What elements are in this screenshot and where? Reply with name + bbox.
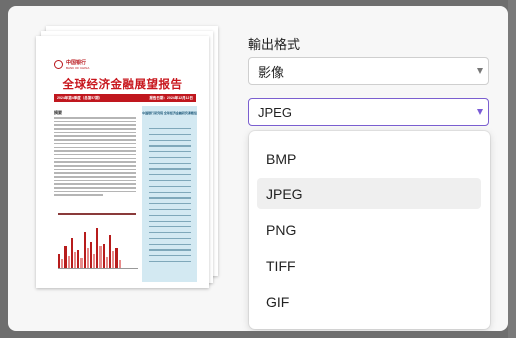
menu-option-png[interactable]: PNG [257, 214, 481, 245]
menu-option-jpeg[interactable]: JPEG [257, 178, 481, 209]
menu-option-gif[interactable]: GIF [257, 286, 481, 317]
chevron-down-icon [477, 109, 483, 115]
chevron-down-icon [477, 68, 483, 74]
bank-logo-icon [54, 60, 63, 69]
side-panel-header: 中国银行研究院 全球经济金融研究课题组 [142, 111, 197, 115]
chart-caption [58, 213, 136, 215]
backdrop [508, 0, 516, 338]
type-select-value: 影像 [258, 64, 285, 80]
thumbnail-chart [58, 223, 138, 269]
section-heading: 摘要 [54, 110, 62, 115]
preview-page: 中国银行 BANK OF CHINA 全球经济金融展望报告 2024年第4季度（… [36, 36, 209, 288]
logo-text: 中国银行 [66, 60, 87, 66]
format-select-value: JPEG [258, 104, 292, 120]
issue-label: 2024年第4季度（总第57期） [57, 95, 103, 100]
format-dropdown-menu: BMP JPEG PNG TIFF GIF [249, 131, 490, 329]
menu-option-tiff[interactable]: TIFF [257, 250, 481, 281]
format-select[interactable]: JPEG [248, 98, 489, 126]
export-dialog: 中国银行 BANK OF CHINA 全球经济金融展望报告 2024年第4季度（… [8, 6, 508, 331]
document-title: 全球经济金融展望报告 [62, 77, 183, 91]
document-thumbnail: 中国银行 BANK OF CHINA 全球经济金融展望报告 2024年第4季度（… [36, 36, 209, 288]
body-text [54, 117, 136, 198]
report-date: 报告日期：2024年12月12日 [149, 95, 193, 100]
menu-option-bmp[interactable]: BMP [257, 143, 481, 174]
logo-sub: BANK OF CHINA [66, 66, 90, 70]
side-panel: 中国银行研究院 全球经济金融研究课题组 [142, 106, 197, 282]
document-info-bar: 2024年第4季度（总第57期） 报告日期：2024年12月12日 [54, 94, 196, 102]
format-label: 輸出格式 [248, 37, 301, 52]
type-select[interactable]: 影像 [248, 57, 489, 85]
bank-logo: 中国银行 BANK OF CHINA [54, 59, 89, 70]
